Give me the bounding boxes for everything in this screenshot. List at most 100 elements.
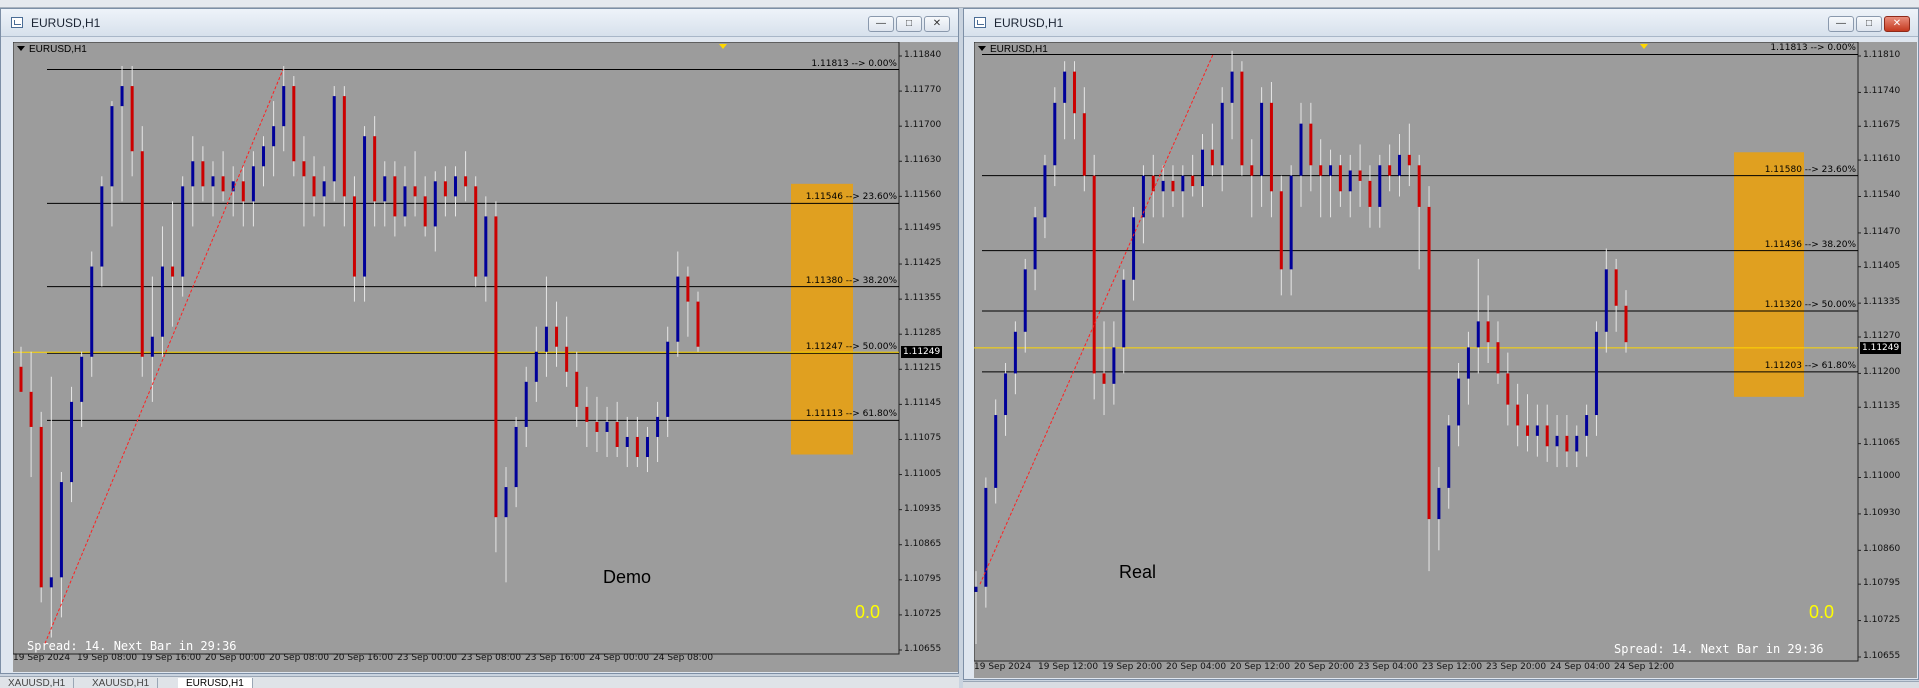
- candle-body: [1063, 71, 1067, 103]
- y-axis-tick-label: 1.11740: [1863, 86, 1901, 97]
- plot-frame: [13, 42, 900, 655]
- y-axis-tick-label: 1.11145: [904, 398, 942, 409]
- chart-tabs-bar: XAUUSD,H1 XAUUSD,H1 EURUSD,H1: [0, 676, 959, 688]
- candle-body: [585, 406, 589, 422]
- candle-body: [1269, 102, 1273, 192]
- candle-body: [1043, 165, 1047, 218]
- candle-body: [1526, 425, 1530, 436]
- x-axis-tick-label: 19 Sep 16:00: [141, 653, 202, 663]
- candle-body: [1624, 305, 1628, 343]
- maximize-button[interactable]: □: [896, 16, 922, 32]
- y-axis-tick-label: 1.10935: [904, 503, 942, 514]
- candle-body: [474, 186, 478, 277]
- chart-window-demo[interactable]: EURUSD,H1 — □ ✕ EURUSD,H1 Demo 0.0 Sprea…: [0, 8, 959, 674]
- collapse-triangle-icon[interactable]: [978, 46, 986, 51]
- candle-body: [1378, 165, 1382, 207]
- fib-level-label: 1.11247 --> 50.00%: [805, 342, 897, 353]
- fib-level-label: 1.11813 --> 0.00%: [1770, 43, 1856, 54]
- candle-body: [211, 176, 215, 187]
- minimize-button[interactable]: —: [868, 16, 894, 32]
- chart-window-real[interactable]: EURUSD,H1 — □ ✕ EURUSD,H1 Real 0.0 Sprea…: [963, 8, 1919, 680]
- close-button[interactable]: ✕: [924, 16, 950, 32]
- x-axis-tick-label: 20 Sep 00:00: [205, 653, 266, 663]
- candle-body: [1260, 102, 1264, 176]
- candle-body: [272, 126, 276, 147]
- tab-eurusd[interactable]: EURUSD,H1: [178, 678, 253, 688]
- candle-body: [1279, 191, 1283, 270]
- x-axis-tick-label: 19 Sep 08:00: [77, 653, 138, 663]
- price-chart[interactable]: EURUSD,H1 Real 0.0 Spread: 14. Next Bar …: [974, 42, 1917, 678]
- y-axis-tick-label: 1.11200: [1863, 367, 1901, 378]
- maximize-button[interactable]: □: [1856, 16, 1882, 32]
- x-axis-tick-label: 19 Sep 20:00: [1102, 662, 1163, 672]
- y-axis-tick-label: 1.11355: [904, 293, 942, 304]
- candle-body: [90, 266, 94, 357]
- tab-xauusd-2[interactable]: XAUUSD,H1: [84, 678, 159, 688]
- candle-body: [696, 301, 700, 347]
- candle-body: [1565, 435, 1569, 452]
- candle-body: [1053, 102, 1057, 166]
- x-axis-tick-label: 23 Sep 20:00: [1486, 662, 1547, 672]
- candle-body: [575, 371, 579, 407]
- y-axis-tick-label: 1.11495: [904, 222, 942, 233]
- candle-body: [1210, 149, 1214, 166]
- candle-body: [1516, 404, 1520, 426]
- candle-body: [433, 181, 437, 227]
- candle-body: [676, 276, 680, 342]
- y-axis-tick-label: 1.11560: [904, 190, 942, 201]
- minimize-button[interactable]: —: [1828, 16, 1854, 32]
- candle-body: [413, 186, 417, 197]
- candle-body: [1220, 102, 1224, 166]
- candle-body: [1161, 180, 1165, 192]
- candle-body: [1240, 71, 1244, 166]
- tab-xauusd-1[interactable]: XAUUSD,H1: [0, 678, 75, 688]
- candle-body: [160, 266, 164, 337]
- candle-body: [1594, 331, 1598, 416]
- candle-body: [393, 176, 397, 217]
- candle-body: [974, 586, 978, 592]
- candle-body: [282, 86, 286, 127]
- candle-body: [1004, 373, 1008, 416]
- candle-body: [1368, 180, 1372, 207]
- collapse-triangle-icon[interactable]: [17, 46, 25, 51]
- y-axis-tick-label: 1.11425: [904, 258, 942, 269]
- candle-body: [1338, 165, 1342, 192]
- y-axis-tick-label: 1.11700: [904, 120, 942, 131]
- candle-body: [181, 186, 185, 277]
- candle-body: [150, 336, 154, 357]
- y-axis-tick-label: 1.10795: [1863, 578, 1901, 589]
- window-titlebar[interactable]: EURUSD,H1 — □ ✕: [1, 9, 958, 37]
- candle-body: [453, 176, 457, 197]
- x-axis-tick-label: 20 Sep 20:00: [1294, 662, 1355, 672]
- x-axis-tick-label: 20 Sep 12:00: [1230, 662, 1291, 672]
- candle-body: [1023, 269, 1027, 332]
- x-axis-tick-label: 24 Sep 08:00: [653, 653, 714, 663]
- candle-body: [605, 421, 609, 432]
- fib-level-label: 1.11813 --> 0.00%: [811, 58, 897, 69]
- fib-level-label: 1.11436 --> 38.20%: [1764, 239, 1856, 250]
- candle-body: [1535, 425, 1539, 436]
- candle-body: [1604, 269, 1608, 332]
- candle-body: [120, 86, 124, 107]
- candle-body: [1466, 347, 1470, 379]
- candle-body: [1092, 175, 1096, 374]
- spread-status: Spread: 14. Next Bar in 29:36: [1614, 642, 1824, 656]
- price-chart[interactable]: EURUSD,H1 Demo 0.0 Spread: 14. Next Bar …: [13, 42, 958, 672]
- x-axis-tick-label: 20 Sep 08:00: [269, 653, 330, 663]
- candle-body: [1397, 154, 1401, 176]
- window-titlebar[interactable]: EURUSD,H1 — □ ✕: [964, 9, 1918, 37]
- candle-body: [1201, 149, 1205, 187]
- y-axis-tick-label: 1.11770: [904, 85, 942, 96]
- x-axis-tick-label: 19 Sep 2024: [974, 662, 1032, 672]
- candle-body: [1329, 165, 1333, 176]
- y-axis-tick-label: 1.11470: [1863, 226, 1901, 237]
- x-axis-tick-label: 24 Sep 00:00: [589, 653, 650, 663]
- candle-body: [383, 176, 387, 202]
- fib-level-label: 1.11380 --> 38.20%: [805, 275, 897, 286]
- candle-body: [565, 346, 569, 372]
- y-axis-tick-label: 1.11810: [1863, 50, 1901, 60]
- x-axis-tick-label: 23 Sep 04:00: [1358, 662, 1419, 672]
- candle-body: [1191, 175, 1195, 187]
- account-type-label: Demo: [603, 567, 652, 587]
- close-button[interactable]: ✕: [1884, 16, 1910, 32]
